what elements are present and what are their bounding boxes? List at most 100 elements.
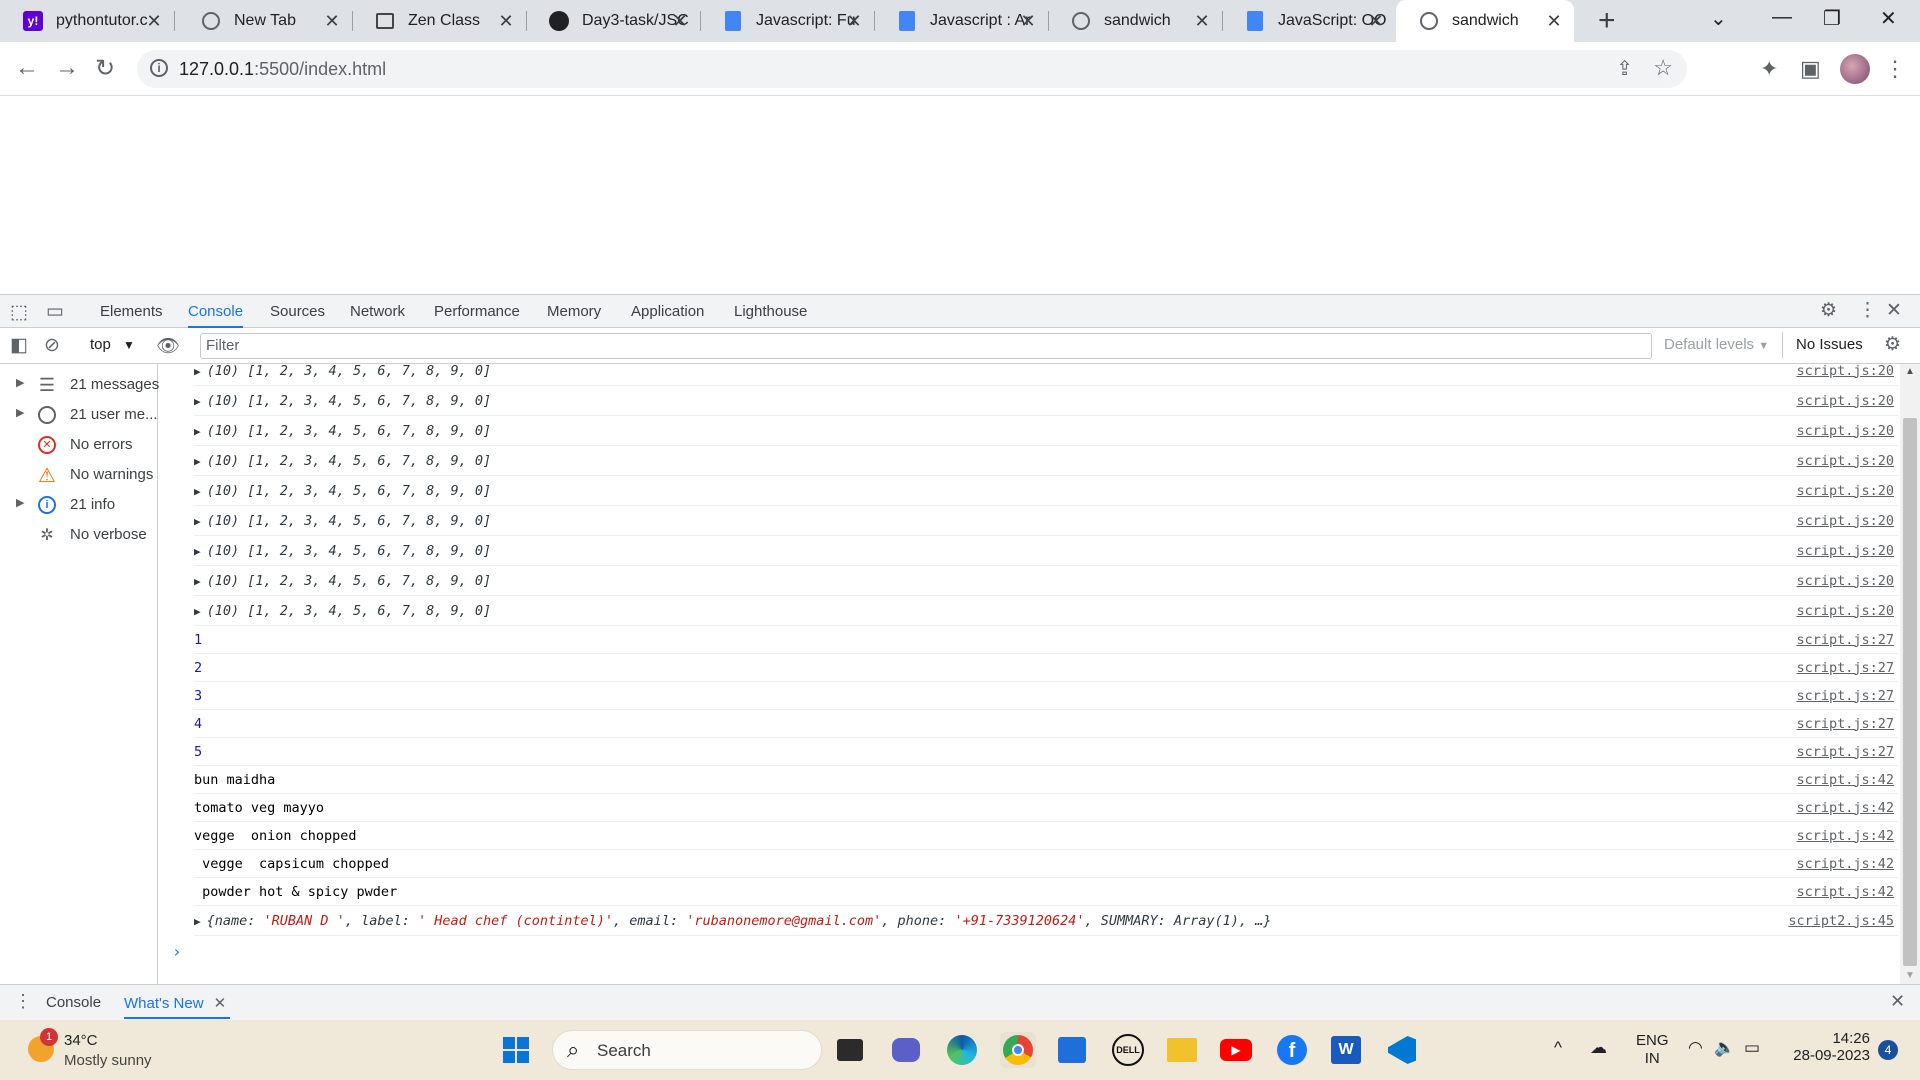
- console-message[interactable]: ▶ (10) [1, 2, 3, 4, 5, 6, 7, 8, 9, 0] scri…: [194, 596, 1898, 626]
- expand-arrow-icon[interactable]: ▶: [194, 425, 201, 438]
- volume-icon[interactable]: 🔈: [1714, 1038, 1735, 1058]
- drawer-tab-console[interactable]: Console: [46, 994, 101, 1011]
- close-tab-icon[interactable]: ✕: [1366, 11, 1386, 32]
- source-link[interactable]: script.js:42: [1796, 856, 1894, 872]
- minimize-button[interactable]: —: [1772, 6, 1792, 29]
- console-message[interactable]: ▶ (10) [1, 2, 3, 4, 5, 6, 7, 8, 9, 0] scri…: [194, 476, 1898, 506]
- close-tab-icon[interactable]: ✕: [1018, 11, 1038, 32]
- devtools-menu-icon[interactable]: ⋮: [1858, 299, 1877, 322]
- source-link[interactable]: script.js:20: [1796, 573, 1894, 589]
- browser-tab[interactable]: Zen Class ✕: [352, 0, 527, 42]
- sidebar-item-warning[interactable]: ⚠ No warnings: [0, 462, 158, 490]
- live-expression-eye-icon[interactable]: 👁: [156, 334, 180, 358]
- device-toolbar-icon[interactable]: ▭: [46, 300, 64, 323]
- devtools-tab-lighthouse[interactable]: Lighthouse: [734, 295, 807, 328]
- show-hidden-icons[interactable]: ^: [1554, 1038, 1562, 1058]
- restore-button[interactable]: ❐: [1823, 6, 1841, 31]
- close-tab-icon[interactable]: ✕: [844, 11, 864, 32]
- sidebar-item-error[interactable]: ✕ No errors: [0, 432, 158, 460]
- expand-arrow-icon[interactable]: ▶: [16, 376, 24, 389]
- scroll-up-icon[interactable]: ▲: [1905, 366, 1915, 377]
- console-message[interactable]: ▶ (10) [1, 2, 3, 4, 5, 6, 7, 8, 9, 0] scri…: [194, 506, 1898, 536]
- drawer-menu-icon[interactable]: ⋮: [14, 991, 32, 1012]
- console-message[interactable]: 4 script.js:27: [194, 710, 1898, 738]
- console-message[interactable]: vegge onion chopped script.js:42: [194, 822, 1898, 850]
- browser-tab[interactable]: sandwich ✕: [1396, 0, 1574, 42]
- close-tab-icon[interactable]: ✕: [214, 995, 227, 1012]
- devtools-tab-memory[interactable]: Memory: [547, 295, 601, 328]
- settings-gear-icon[interactable]: ⚙: [1820, 299, 1837, 322]
- close-devtools-icon[interactable]: ✕: [1886, 299, 1902, 322]
- source-link[interactable]: script.js:20: [1796, 483, 1894, 499]
- source-link[interactable]: script.js:27: [1796, 688, 1894, 704]
- browser-tab[interactable]: y! pythontutor.c ✕: [0, 0, 175, 42]
- extensions-icon[interactable]: ✦: [1760, 56, 1778, 82]
- source-link[interactable]: script.js:20: [1796, 364, 1894, 379]
- console-message[interactable]: ▶ (10) [1, 2, 3, 4, 5, 6, 7, 8, 9, 0] scri…: [194, 446, 1898, 476]
- source-link[interactable]: script.js:42: [1796, 884, 1894, 900]
- context-select[interactable]: top ▼: [90, 336, 135, 353]
- close-tab-icon[interactable]: ✕: [670, 11, 690, 32]
- source-link[interactable]: script.js:20: [1796, 603, 1894, 619]
- console-message[interactable]: bun maidha script.js:42: [194, 766, 1898, 794]
- onedrive-icon[interactable]: ☁: [1590, 1038, 1607, 1058]
- console-message[interactable]: ▶ (10) [1, 2, 3, 4, 5, 6, 7, 8, 9, 0] scri…: [194, 386, 1898, 416]
- drawer-tab-whats-new[interactable]: What's New ✕: [124, 994, 226, 1012]
- console-message[interactable]: ▶ (10) [1, 2, 3, 4, 5, 6, 7, 8, 9, 0] scri…: [194, 364, 1898, 386]
- language-indicator[interactable]: ENG IN: [1636, 1032, 1669, 1068]
- source-link[interactable]: script.js:27: [1796, 660, 1894, 676]
- close-tab-icon[interactable]: ✕: [144, 11, 164, 32]
- source-link[interactable]: script.js:27: [1796, 632, 1894, 648]
- devtools-tab-elements[interactable]: Elements: [100, 295, 163, 328]
- clear-console-icon[interactable]: ⊘: [44, 334, 60, 357]
- sidebar-item-user[interactable]: ▶ 21 user me...: [0, 402, 158, 430]
- windows-start-icon[interactable]: [498, 1032, 534, 1068]
- file-explorer-icon[interactable]: [1164, 1032, 1200, 1068]
- browser-tab[interactable]: JavaScript: OO ✕: [1222, 0, 1396, 42]
- console-settings-gear-icon[interactable]: ⚙: [1884, 333, 1901, 356]
- source-link[interactable]: script.js:20: [1796, 393, 1894, 409]
- chrome-icon[interactable]: [1000, 1032, 1036, 1068]
- reload-icon[interactable]: ↻: [95, 54, 115, 83]
- scrollbar-thumb[interactable]: [1903, 418, 1917, 966]
- console-message[interactable]: ▶ (10) [1, 2, 3, 4, 5, 6, 7, 8, 9, 0] scri…: [194, 416, 1898, 446]
- battery-icon[interactable]: ▭: [1744, 1038, 1760, 1058]
- filter-input[interactable]: Filter: [200, 333, 1652, 359]
- inspect-element-icon[interactable]: ⬚: [10, 301, 28, 324]
- browser-tab[interactable]: Javascript: Fu ✕: [700, 0, 875, 42]
- sidebar-item-bug[interactable]: ✲ No verbose: [0, 522, 158, 550]
- source-link[interactable]: script.js:20: [1796, 543, 1894, 559]
- wifi-icon[interactable]: ◠: [1688, 1038, 1703, 1058]
- source-link[interactable]: script2.js:45: [1788, 913, 1894, 929]
- share-icon[interactable]: ⇪: [1616, 56, 1633, 81]
- source-link[interactable]: script.js:20: [1796, 513, 1894, 529]
- vscode-icon[interactable]: [1384, 1032, 1420, 1068]
- expand-arrow-icon[interactable]: ▶: [194, 395, 201, 408]
- console-message[interactable]: ▶ (10) [1, 2, 3, 4, 5, 6, 7, 8, 9, 0] scri…: [194, 536, 1898, 566]
- devtools-tab-network[interactable]: Network: [350, 295, 405, 328]
- console-prompt[interactable]: ›: [172, 942, 182, 961]
- close-tab-icon[interactable]: ✕: [1192, 11, 1212, 32]
- expand-arrow-icon[interactable]: ▶: [16, 496, 24, 509]
- close-tab-icon[interactable]: ✕: [322, 11, 342, 32]
- url-text[interactable]: 127.0.0.1:5500/index.html: [179, 59, 386, 80]
- source-link[interactable]: script.js:20: [1796, 423, 1894, 439]
- close-tab-icon[interactable]: ✕: [1544, 11, 1564, 32]
- sidebar-item-info[interactable]: ▶ i 21 info: [0, 492, 158, 520]
- issues-counter[interactable]: No Issues: [1796, 336, 1863, 353]
- console-scrollbar[interactable]: ▲ ▼: [1900, 364, 1920, 984]
- clock[interactable]: 14:26 28-09-2023: [1786, 1030, 1870, 1064]
- microsoft-store-icon[interactable]: [1054, 1032, 1090, 1068]
- close-window-button[interactable]: ✕: [1880, 6, 1897, 31]
- address-bar[interactable]: i 127.0.0.1:5500/index.html ⇪ ☆: [137, 50, 1687, 88]
- tab-search-icon[interactable]: ⌄: [1710, 6, 1727, 31]
- close-tab-icon[interactable]: ✕: [496, 11, 516, 32]
- taskbar-search[interactable]: ⌕ Search: [552, 1030, 822, 1070]
- browser-tab[interactable]: Javascript : Ar ✕: [874, 0, 1049, 42]
- console-message[interactable]: 5 script.js:27: [194, 738, 1898, 766]
- expand-arrow-icon[interactable]: ▶: [194, 485, 201, 498]
- browser-tab[interactable]: New Tab ✕: [178, 0, 353, 42]
- source-link[interactable]: script.js:27: [1796, 744, 1894, 760]
- site-info-icon[interactable]: i: [150, 59, 168, 77]
- notification-count-badge[interactable]: 4: [1878, 1040, 1898, 1060]
